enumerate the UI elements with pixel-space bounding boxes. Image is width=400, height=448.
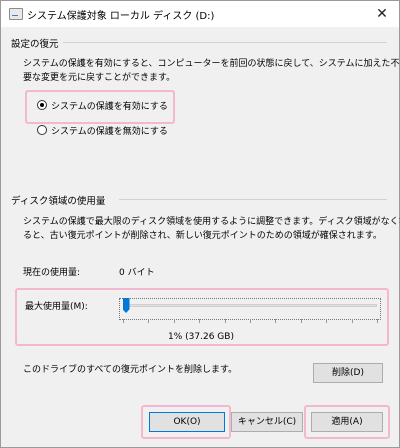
- slider-tick: [199, 319, 200, 323]
- dialog-window: システム保護対象 ローカル ディスク (D:) ✕ 設定の復元 システムの保護を…: [0, 0, 400, 448]
- slider-rail: [123, 304, 377, 307]
- enable-protection-radio[interactable]: [37, 100, 47, 110]
- restore-group-divider: [63, 42, 387, 43]
- slider-tick: [301, 319, 302, 323]
- slider-tick: [377, 319, 378, 323]
- drive-icon: [9, 8, 23, 20]
- slider-tick: [174, 319, 175, 323]
- slider-tick: [148, 319, 149, 323]
- enable-protection-label: システムの保護を有効にする: [51, 101, 168, 112]
- delete-button[interactable]: 削除(D): [313, 363, 383, 383]
- current-usage-value: 0 バイト: [119, 268, 155, 278]
- restore-description-line-2: 要な変更を元に戻すことができます。: [23, 73, 176, 83]
- slider-tick: [250, 319, 251, 323]
- title-bar: システム保護対象 ローカル ディスク (D:) ✕: [1, 1, 399, 27]
- max-usage-label: 最大使用量(M):: [25, 302, 88, 312]
- disable-protection-option[interactable]: システムの保護を無効にする: [37, 123, 168, 137]
- disable-protection-radio[interactable]: [37, 125, 47, 135]
- restore-description-line-1: システムの保護を有効にすると、コンピューターを前回の状態に戻して、システムに加え…: [23, 59, 400, 69]
- ok-button[interactable]: OK(O): [149, 412, 225, 432]
- slider-tick: [123, 319, 124, 323]
- disable-protection-label: システムの保護を無効にする: [51, 126, 168, 137]
- disk-group-title: ディスク領域の使用量: [11, 196, 106, 207]
- disk-description-line-2: ると、古い復元ポイントが削除され、新しい復元ポイントのための領域が確保されます。: [23, 231, 382, 241]
- close-button[interactable]: ✕: [373, 5, 391, 23]
- window-title: システム保護対象 ローカル ディスク (D:): [27, 11, 215, 22]
- slider-caption: 1% (37.26 GB): [168, 332, 234, 342]
- disk-group-divider: [119, 199, 387, 200]
- slider-tick: [352, 319, 353, 323]
- enable-protection-option[interactable]: システムの保護を有効にする: [37, 98, 168, 112]
- slider-tick: [275, 319, 276, 323]
- apply-button[interactable]: 適用(A): [311, 412, 383, 432]
- disk-description-line-1: システムの保護で最大限のディスク領域を使用するように調整できます。ディスク領域が…: [23, 217, 400, 227]
- delete-description: このドライブのすべての復元ポイントを削除します。: [23, 365, 238, 375]
- slider-tick: [225, 319, 226, 323]
- restore-group-title: 設定の復元: [11, 39, 59, 50]
- max-usage-slider[interactable]: [119, 298, 381, 320]
- slider-tick: [326, 319, 327, 323]
- current-usage-label: 現在の使用量:: [23, 268, 81, 278]
- cancel-button[interactable]: キャンセル(C): [231, 412, 303, 432]
